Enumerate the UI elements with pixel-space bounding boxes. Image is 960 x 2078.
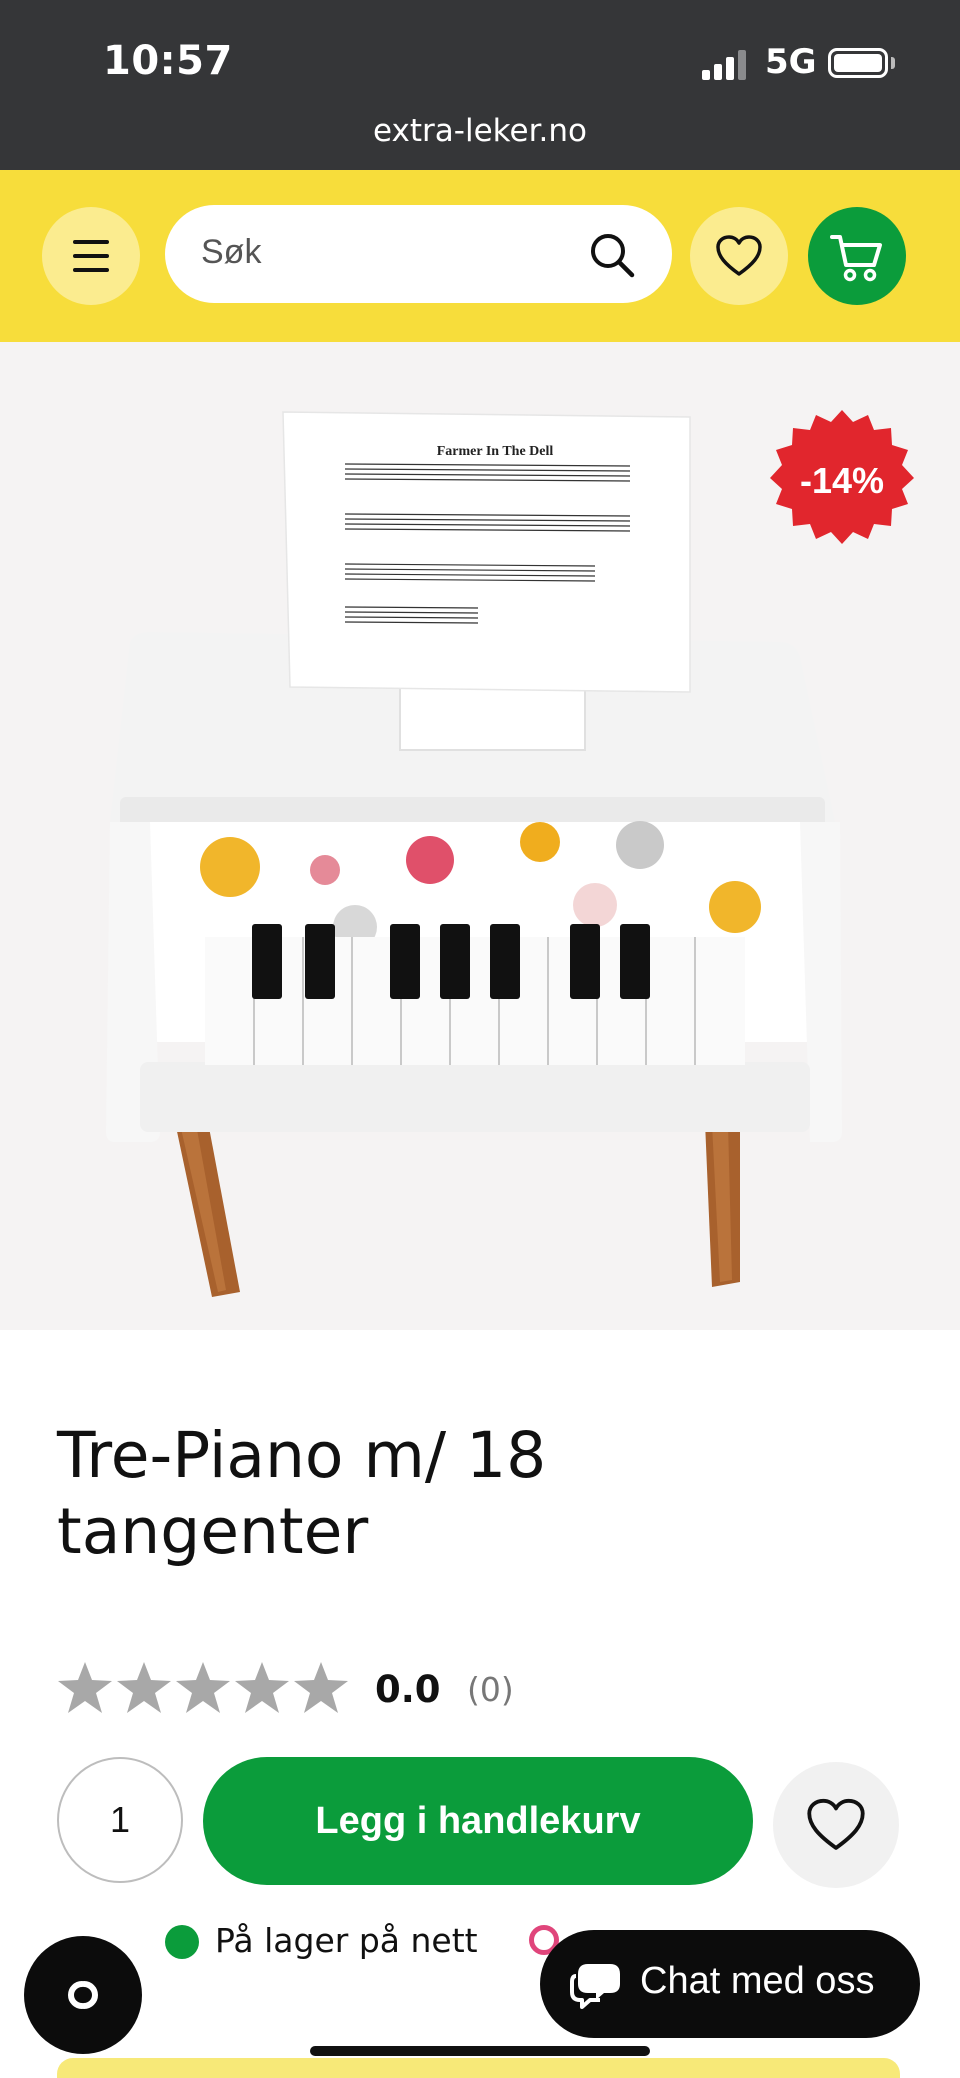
favorites-button[interactable] bbox=[690, 207, 788, 305]
battery-icon bbox=[828, 48, 888, 78]
star-icon bbox=[117, 1662, 171, 1713]
search-input[interactable] bbox=[201, 233, 561, 272]
stock-status-text: På lager på nett bbox=[215, 1921, 478, 1960]
star-icon bbox=[58, 1662, 112, 1713]
star-icon bbox=[294, 1662, 348, 1713]
status-time: 10:57 bbox=[103, 38, 233, 84]
battery-tip bbox=[891, 57, 895, 69]
menu-button[interactable] bbox=[42, 207, 140, 305]
star-icon bbox=[176, 1662, 230, 1713]
rating-count: (0) bbox=[467, 1670, 514, 1709]
discount-badge: -14% bbox=[768, 408, 916, 556]
status-bar: 10:57 5G extra-leker.no bbox=[0, 0, 960, 170]
in-stock-dot-icon bbox=[165, 1925, 199, 1959]
quantity-input[interactable] bbox=[57, 1757, 183, 1883]
network-type: 5G bbox=[765, 42, 817, 82]
cobrowse-icon bbox=[68, 1981, 98, 2009]
product-title: Tre-Piano m/ 18 tangenter bbox=[57, 1419, 547, 1568]
chat-bubble-icon bbox=[570, 1964, 620, 2009]
menu-icon bbox=[73, 240, 109, 244]
chat-button[interactable]: Chat med oss bbox=[540, 1930, 920, 2038]
cart-icon bbox=[830, 235, 882, 282]
search-bar[interactable] bbox=[165, 205, 672, 303]
add-to-cart-button[interactable]: Legg i handlekurv bbox=[203, 1757, 753, 1885]
site-header bbox=[0, 170, 960, 342]
search-icon[interactable] bbox=[588, 231, 636, 279]
menu-icon bbox=[73, 268, 109, 272]
bottom-banner-peek bbox=[57, 2058, 900, 2078]
sheet-music-title: Farmer In The Dell bbox=[436, 444, 554, 459]
menu-icon bbox=[73, 254, 109, 258]
cart-button[interactable] bbox=[808, 207, 906, 305]
cobrowse-button[interactable] bbox=[24, 1936, 142, 2054]
heart-icon bbox=[807, 1798, 865, 1850]
rating-stars bbox=[58, 1662, 348, 1713]
discount-badge-text: -14% bbox=[799, 460, 885, 501]
rating-value: 0.0 bbox=[375, 1668, 441, 1711]
signal-icon bbox=[702, 48, 748, 80]
home-indicator bbox=[310, 2046, 650, 2056]
chat-label: Chat med oss bbox=[640, 1960, 875, 2002]
heart-icon bbox=[716, 235, 762, 276]
star-icon bbox=[235, 1662, 289, 1713]
add-to-wishlist-button[interactable] bbox=[773, 1762, 899, 1888]
address-bar-url[interactable]: extra-leker.no bbox=[0, 113, 960, 149]
